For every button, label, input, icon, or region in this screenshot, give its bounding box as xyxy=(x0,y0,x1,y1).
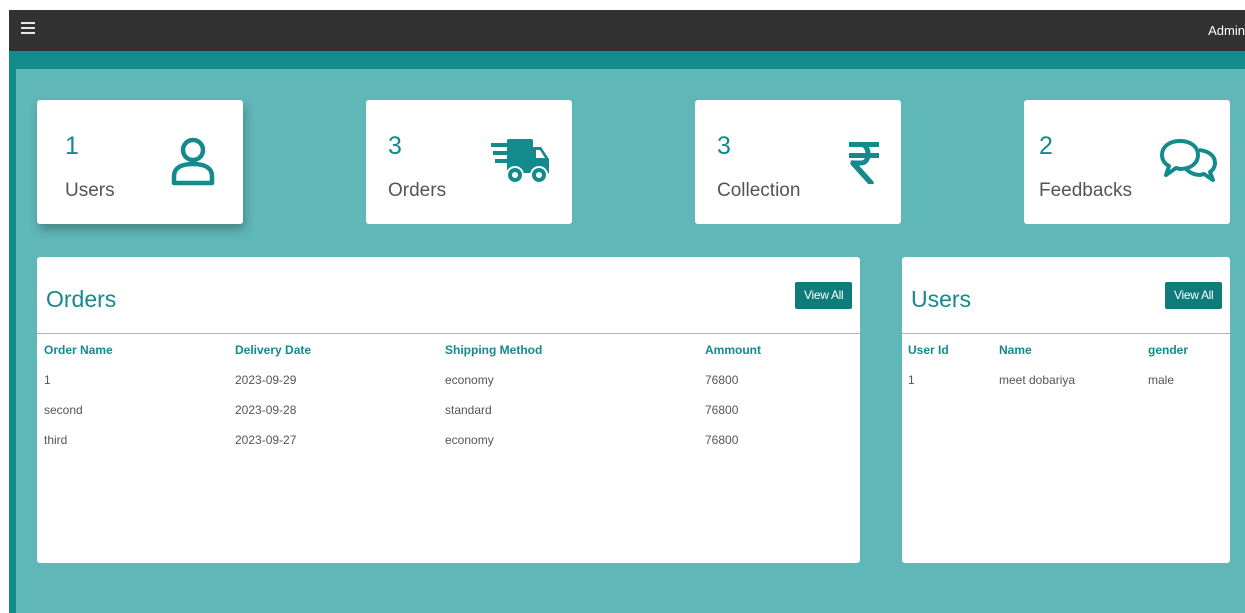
orders-panel: Orders View All Order Name Delivery Date… xyxy=(37,257,860,563)
truck-icon xyxy=(491,139,549,184)
hamburger-icon[interactable] xyxy=(21,22,35,34)
users-title: Users xyxy=(911,286,972,312)
table-cell: 2023-09-27 xyxy=(235,433,297,447)
stat-count: 1 xyxy=(65,132,79,160)
table-cell: second xyxy=(44,403,83,417)
table-cell: 76800 xyxy=(705,403,739,417)
stat-card-orders[interactable]: 3 Orders xyxy=(366,100,572,224)
stat-count: 3 xyxy=(388,132,402,160)
table-cell: 1 xyxy=(44,373,51,387)
stat-label: Orders xyxy=(388,180,447,201)
table-cell: male xyxy=(1148,373,1175,387)
divider xyxy=(902,333,1230,334)
stat-label: Feedbacks xyxy=(1039,180,1132,201)
rupee-icon xyxy=(849,142,879,184)
dashboard-content: 1 Users 3 Orders 3 Collection 2 Feedback… xyxy=(9,51,1245,613)
stat-label: Users xyxy=(65,180,115,201)
table-cell: third xyxy=(44,433,68,447)
chat-bubbles-icon xyxy=(1160,139,1217,182)
table-cell: 1 xyxy=(908,373,915,387)
top-bar: Admin xyxy=(9,10,1245,51)
admin-user-menu[interactable]: Admin xyxy=(1208,23,1245,38)
stat-count: 2 xyxy=(1039,132,1053,160)
stat-card-collection[interactable]: 3 Collection xyxy=(695,100,901,224)
table-cell: 2023-09-28 xyxy=(235,403,297,417)
orders-view-all-button[interactable]: View All xyxy=(795,282,853,309)
stat-count: 3 xyxy=(717,132,731,160)
table-cell: economy xyxy=(445,433,494,447)
divider xyxy=(37,333,860,334)
column-header: Shipping Method xyxy=(445,343,543,357)
table-cell: 76800 xyxy=(705,373,739,387)
column-header: Delivery Date xyxy=(235,343,312,357)
table-cell: economy xyxy=(445,373,494,387)
user-icon xyxy=(171,137,215,186)
column-header: Ammount xyxy=(705,343,761,357)
table-cell: 2023-09-29 xyxy=(235,373,297,387)
column-header: gender xyxy=(1148,343,1189,357)
table-cell: standard xyxy=(445,403,492,417)
orders-title: Orders xyxy=(46,286,117,312)
column-header: Name xyxy=(999,343,1032,357)
users-panel: Users View All User Id Name gender 1 mee… xyxy=(902,257,1230,563)
table-cell: meet dobariya xyxy=(999,373,1076,387)
stat-card-users[interactable]: 1 Users xyxy=(37,100,243,224)
column-header: Order Name xyxy=(44,343,113,357)
table-cell: 76800 xyxy=(705,433,739,447)
stat-card-feedbacks[interactable]: 2 Feedbacks xyxy=(1024,100,1230,224)
stat-label: Collection xyxy=(717,180,801,201)
users-view-all-button[interactable]: View All xyxy=(1165,282,1223,309)
column-header: User Id xyxy=(908,343,949,357)
